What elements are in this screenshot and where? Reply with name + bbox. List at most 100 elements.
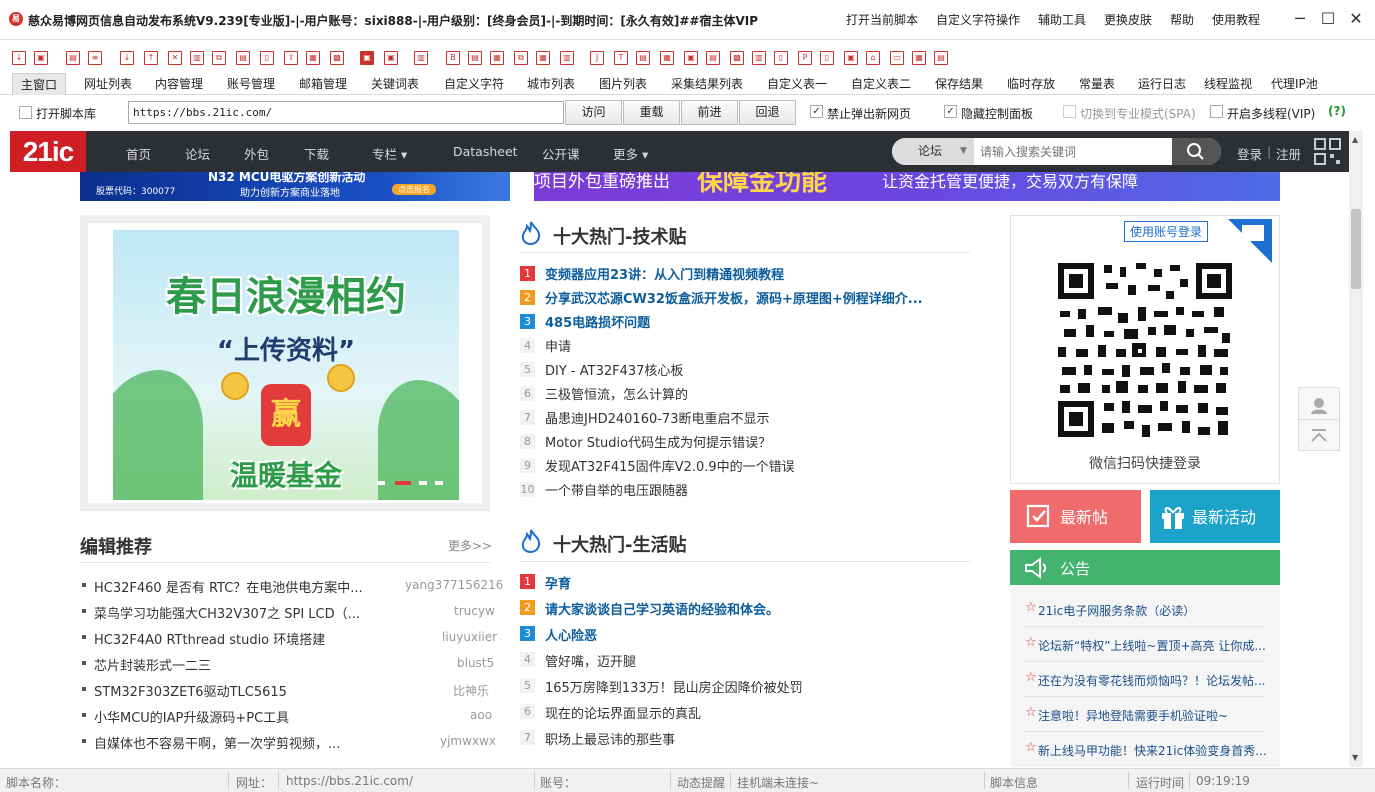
grid-icon[interactable]: ▦ [306,51,320,65]
user-service-icon[interactable] [1309,395,1329,415]
image-icon[interactable]: ▣ [844,51,858,65]
tech-hot-item[interactable]: 三极管恒流，怎么计算的 [545,384,688,403]
bold-icon[interactable]: B [446,51,460,65]
nav-outsource[interactable]: 外包 [244,144,269,163]
notice-item[interactable]: 新上线马甲功能！快来21ic体验变身首秀... [1038,742,1267,759]
close-icon[interactable]: ✕ [1346,9,1366,29]
sheet-icon[interactable]: ▦ [660,51,674,65]
notice-item[interactable]: 21ic电子网服务条款（必读） [1038,602,1195,619]
editor-item-title[interactable]: HC32F460 是否有 RTC？在电池供电方案中... [94,577,363,596]
form-icon[interactable]: ▤ [636,51,650,65]
clone-icon[interactable]: ⧉ [514,51,528,65]
tech-hot-item[interactable]: 发现AT32F415固件库V2.0.9中的一个错误 [545,456,795,475]
pc-login-icon[interactable] [1222,217,1274,269]
calendar-icon[interactable]: ▤ [468,51,482,65]
tab-content[interactable]: 内容管理 [155,75,203,92]
tab-proxy-pool[interactable]: 代理IP池 [1271,75,1318,92]
tab-temp[interactable]: 临时存放 [1007,75,1055,92]
editor-item-author[interactable]: yjmwxwx [440,734,496,748]
menu-tutorial[interactable]: 使用教程 [1212,11,1260,28]
multithread-checkbox[interactable] [1210,105,1223,118]
tab-custom-table-1[interactable]: 自定义表一 [767,75,827,92]
notice-item[interactable]: 论坛新“特权”上线啦~置顶+高亮 让你成... [1038,637,1266,654]
vertical-scrollbar[interactable]: ▲ ▼ [1349,131,1363,767]
search-input[interactable] [980,138,1170,165]
notice-item[interactable]: 还在为没有零花钱而烦恼吗？！论坛发帖... [1038,672,1265,689]
editor-item-title[interactable]: 芯片封装形式一二三 [94,655,211,674]
life-hot-item[interactable]: 现在的论坛界面显示的真乱 [545,703,701,722]
slide-dot-active[interactable] [395,481,411,485]
tab-collect-result[interactable]: 采集结果列表 [671,75,743,92]
move-up-icon[interactable]: ⇧ [284,51,298,65]
newpost-button[interactable]: 最新帖 [1010,490,1141,543]
layers-icon[interactable]: ▦ [490,51,504,65]
editor-item-author[interactable]: liuyuxiier [442,630,497,644]
back-to-top-icon[interactable] [1309,426,1329,446]
mouse-icon[interactable]: ▩ [730,51,744,65]
visit-button[interactable]: 访问 [565,100,622,125]
tab-image-list[interactable]: 图片列表 [599,75,647,92]
tab-keywords[interactable]: 关键词表 [371,75,419,92]
banner-n32[interactable]: 股票代码：300077 N32 MCU电驱方案创新活动 助力创新方案商业落地 点… [80,172,510,201]
tab-url-list[interactable]: 网址列表 [84,75,132,92]
nav-home[interactable]: 首页 [126,144,151,163]
open-script-lib-checkbox[interactable] [19,106,32,119]
menu-help[interactable]: 帮助 [1170,11,1194,28]
block-popup-checkbox[interactable]: ✓ [810,105,823,118]
list-icon[interactable]: ≡ [88,51,102,65]
life-hot-item[interactable]: 管好嘴，迈开腿 [545,651,636,670]
list-view-icon[interactable]: ▤ [934,51,948,65]
search-button[interactable] [1172,138,1221,165]
promo-image[interactable]: 春日浪漫相约 “上传资料” 赢 温暖基金 [113,230,459,500]
editor-item-title[interactable]: 小华MCU的IAP升级源码+PC工具 [94,707,289,726]
copy-icon[interactable]: ⧉ [212,51,226,65]
table-icon[interactable]: ▩ [330,51,344,65]
record-icon[interactable]: ▣ [360,51,374,65]
spreadsheet-icon[interactable]: ▥ [752,51,766,65]
import-icon[interactable]: ↓ [12,51,26,65]
text-icon[interactable]: T [614,51,628,65]
life-hot-item[interactable]: 孕育 [545,573,571,592]
account-login-link[interactable]: 使用账号登录 [1124,221,1209,242]
tab-constants[interactable]: 常量表 [1079,75,1115,92]
nav-more[interactable]: 更多 ▾ [613,144,648,163]
nav-open-class[interactable]: 公开课 [542,144,580,163]
forward-button[interactable]: 前进 [681,100,738,125]
scrollbar-thumb[interactable] [1351,209,1361,289]
doc-icon[interactable]: ▯ [260,51,274,65]
qr-code-icon[interactable] [1314,138,1341,165]
tech-hot-item[interactable]: 变频器应用23讲：从入门到精通视频教程 [545,264,784,283]
phone-icon[interactable]: ▯ [820,51,834,65]
register-link[interactable]: 注册 [1276,144,1301,163]
menu-skin[interactable]: 更换皮肤 [1104,11,1152,28]
scroll-up-icon[interactable]: ▲ [1352,135,1358,144]
editor-item-title[interactable]: 菜鸟学习功能强大CH32V307之 SPI LCD（... [94,603,360,622]
editor-item-title[interactable]: 自媒体也不容易干啊，第一次学剪视频，... [94,733,340,752]
activity-button[interactable]: 最新活动 [1150,490,1280,543]
reload-button[interactable]: 重载 [623,100,680,125]
menu-tools[interactable]: 辅助工具 [1038,11,1086,28]
columns-icon[interactable]: ▥ [560,51,574,65]
nav-column[interactable]: 专栏 ▾ [372,144,407,163]
editor-item-title[interactable]: STM32F303ZET6驱动TLC5615 [94,681,287,700]
tab-save-result[interactable]: 保存结果 [935,75,983,92]
tech-hot-item[interactable]: 485电路损坏问题 [545,312,650,331]
slide-dot[interactable] [435,481,443,485]
life-hot-item[interactable]: 人心险恶 [545,625,597,644]
site-logo[interactable]: 21ic [10,131,86,172]
back-button[interactable]: 回退 [739,100,796,125]
upload-icon[interactable]: ↑ [144,51,158,65]
tab-mailbox[interactable]: 邮箱管理 [299,75,347,92]
store-icon[interactable]: ▤ [706,51,720,65]
tab-accounts[interactable]: 账号管理 [227,75,275,92]
tab-city-list[interactable]: 城市列表 [527,75,575,92]
delete-icon[interactable]: ✕ [168,51,182,65]
editor-item-title[interactable]: HC32F4A0 RTthread studio 环境搭建 [94,629,325,648]
life-hot-item[interactable]: 请大家谈谈自己学习英语的经验和体会。 [545,599,779,618]
download-icon[interactable]: ↓ [120,51,134,65]
slide-dot[interactable] [377,481,385,485]
tab-main[interactable]: 主窗口 [12,73,67,95]
house-icon[interactable]: ⌂ [866,51,880,65]
tech-hot-item[interactable]: 申请 [545,336,571,355]
help-link[interactable]: (?) [1328,104,1346,118]
